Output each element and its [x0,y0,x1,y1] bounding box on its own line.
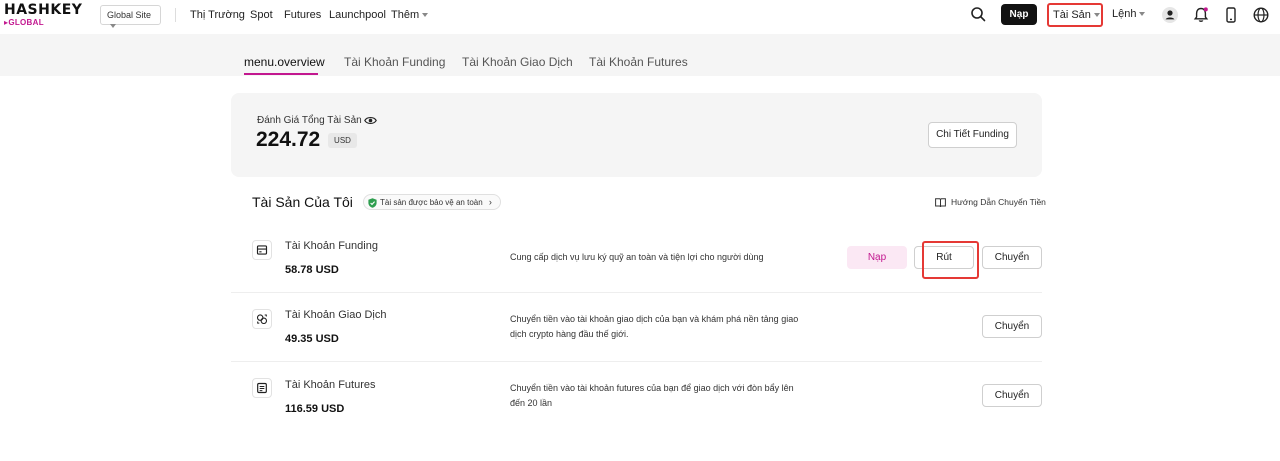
total-assets-label: Đánh Giá Tổng Tài Sản [257,115,362,126]
highlight-box [922,241,979,279]
futures-account-description: Chuyển tiền vào tài khoản futures của bạ… [510,383,794,408]
chevron-down-icon [1139,12,1146,17]
transfer-guide-link[interactable]: Hướng Dẫn Chuyển Tiền [935,197,1046,208]
chevron-down-icon [1093,13,1100,18]
book-icon [935,198,946,208]
orders-menu-label: Lệnh [1112,8,1137,20]
funding-transfer-button[interactable]: Chuyển [982,246,1042,269]
futures-account-amount: 116.59 USD [285,403,345,415]
deposit-button[interactable]: Nạp [1001,4,1037,25]
assets-menu[interactable]: Tài Sản [1047,3,1103,27]
futures-account-name: Tài Khoản Futures [285,379,376,391]
shield-check-icon [368,198,377,208]
nav-item-spot[interactable]: Spot [250,9,273,21]
my-assets-title: Tài Sản Của Tôi [252,194,353,210]
funding-details-button[interactable]: Chi Tiết Funding [928,122,1017,148]
chevron-down-icon [422,13,429,18]
nav-item-launchpool[interactable]: Launchpool [329,9,386,21]
mobile-app-icon[interactable] [1222,6,1240,24]
chevron-right-icon: › [488,197,492,207]
assets-menu-label: Tài Sản [1053,9,1091,21]
tab-trading-account[interactable]: Tài Khoản Giao Dịch [462,55,573,69]
nav-divider [175,8,176,22]
logo-subtext: ▸GLOBAL [4,18,44,27]
exchange-icon [252,309,272,329]
user-avatar-icon[interactable] [1161,6,1179,24]
top-navigation-bar: HASHKEY ▸GLOBAL Global Site Thị Trường S… [0,0,1280,32]
orders-menu[interactable]: Lệnh [1112,8,1146,20]
chevron-down-icon [110,23,116,28]
futures-transfer-button[interactable]: Chuyển [982,384,1042,407]
total-assets-amount: 224.72 [256,128,321,151]
logo-text: HASHKEY [4,2,83,18]
tab-funding-account[interactable]: Tài Khoản Funding [344,55,445,69]
nav-item-market[interactable]: Thị Trường [190,9,245,21]
futures-doc-icon [252,378,272,398]
globe-language-icon[interactable] [1252,6,1270,24]
trading-transfer-button[interactable]: Chuyển [982,315,1042,338]
account-row-funding: Tài Khoản Funding 58.78 USD Cung cấp dịc… [231,223,1042,293]
asset-protection-text: Tài sản được bảo vệ an toàn [380,198,483,207]
tab-overview[interactable]: menu.overview [244,55,325,69]
nav-item-more-label: Thêm [391,9,420,21]
account-row-trading: Tài Khoản Giao Dịch 49.35 USD Chuyển tiề… [231,293,1042,363]
site-select[interactable]: Global Site [100,5,161,28]
notification-bell-icon[interactable] [1192,6,1210,24]
funding-deposit-button[interactable]: Nạp [847,246,907,269]
hashkey-logo[interactable]: HASHKEY ▸GLOBAL [4,2,82,28]
funding-account-name: Tài Khoản Funding [285,240,378,252]
account-row-futures: Tài Khoản Futures 116.59 USD Chuyển tiền… [231,362,1042,432]
wallet-icon [252,240,272,260]
active-tab-indicator [244,73,318,75]
nav-item-more[interactable]: Thêm [391,9,429,21]
trading-account-description: Chuyển tiền vào tài khoản giao dịch của … [510,314,799,339]
tab-futures-account[interactable]: Tài Khoản Futures [589,55,688,69]
trading-account-name: Tài Khoản Giao Dịch [285,309,387,321]
asset-protection-badge[interactable]: Tài sản được bảo vệ an toàn › [363,194,501,210]
transfer-guide-label: Hướng Dẫn Chuyển Tiền [951,197,1046,207]
funding-account-description: Cung cấp dịch vụ lưu ký quỹ an toàn và t… [510,252,764,262]
nav-item-futures[interactable]: Futures [284,9,321,21]
site-select-label: Global Site [107,10,152,20]
eye-icon[interactable] [364,115,377,126]
search-icon[interactable] [970,6,986,22]
trading-account-amount: 49.35 USD [285,333,339,345]
currency-unit-badge: USD [328,133,357,148]
funding-account-amount: 58.78 USD [285,264,339,276]
